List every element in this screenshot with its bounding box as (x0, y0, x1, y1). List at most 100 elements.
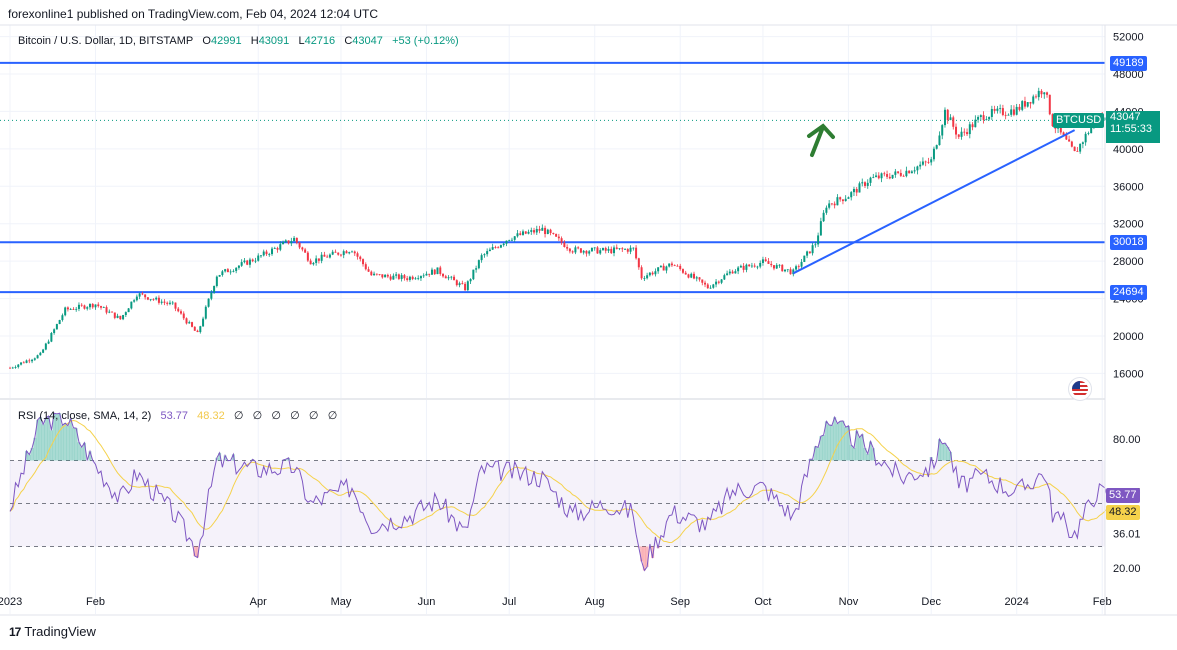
candle-body (808, 251, 811, 254)
symbol-legend[interactable]: Bitcoin / U.S. Dollar, 1D, BITSTAMP O429… (18, 35, 459, 47)
candle-body (20, 362, 23, 365)
candle-body (974, 119, 977, 128)
candle-body (670, 263, 673, 266)
candle (328, 253, 331, 259)
candle-body (39, 352, 42, 356)
candle-body (1035, 96, 1037, 98)
candle-body (362, 259, 365, 265)
candle (891, 174, 894, 179)
candle-body (582, 250, 585, 253)
candle (761, 256, 764, 266)
candle-body (560, 238, 563, 243)
rsi-legend[interactable]: RSI (14, close, SMA, 14, 2) 53.77 48.32 … (18, 409, 337, 422)
currency-flag-icon[interactable] (1068, 377, 1092, 401)
time-axis[interactable]: 2023 Feb Apr May Jun Jul Aug Sep Oct Nov Dec 2024 Fe… (0, 596, 1112, 608)
candle-body (668, 263, 671, 267)
candle-body (761, 259, 764, 263)
candle-body (199, 326, 202, 333)
candle-body (557, 236, 560, 239)
candle-body (323, 254, 326, 257)
price-tick-label: 20000 (1113, 331, 1144, 343)
chart-canvas[interactable]: 1600020000240002800032000360004000044000… (0, 0, 1177, 650)
candle (728, 269, 731, 276)
candle-body (215, 276, 218, 286)
candle (775, 263, 778, 270)
candle-body (174, 302, 177, 309)
candle (22, 361, 25, 364)
candle-body (461, 283, 464, 285)
rsi-legend-value: 53.77 (160, 410, 188, 422)
tradingview-footer[interactable]: 17 TradingView (9, 624, 96, 639)
candle-body (941, 125, 944, 136)
candle-body (351, 251, 353, 253)
candle (533, 227, 536, 235)
candle (111, 311, 114, 313)
candle (91, 303, 94, 309)
candle-body (1087, 133, 1090, 134)
candle (797, 264, 800, 270)
candle (822, 210, 825, 222)
candle-body (213, 285, 216, 293)
candle (124, 311, 127, 318)
symbol-tag: BTCUSD (1053, 113, 1105, 128)
candle-body (657, 267, 660, 272)
candle-body (516, 233, 519, 237)
candle-body (952, 117, 955, 127)
candle-body (720, 279, 723, 283)
candle (1037, 87, 1040, 101)
candle (830, 203, 833, 206)
candle (364, 262, 367, 271)
candle (770, 261, 773, 268)
candle (64, 306, 67, 317)
candle-body (497, 247, 500, 249)
candle-body (406, 278, 409, 280)
price-axis[interactable]: 1600020000240002800032000360004000044000… (1113, 32, 1144, 381)
candle-body (77, 304, 80, 309)
candle-body (886, 174, 889, 177)
candle (362, 258, 365, 267)
candle-body (425, 273, 428, 276)
candle (25, 359, 28, 364)
candle-body (414, 278, 417, 280)
candle-body (191, 322, 194, 327)
candle-body (47, 341, 50, 344)
candle-body (309, 260, 312, 265)
rsi-tick-label: 36.01 (1113, 529, 1141, 541)
level-tag-24694: 24694 (1110, 285, 1147, 300)
candle (237, 265, 240, 270)
candle (472, 269, 475, 281)
candle (240, 259, 243, 267)
candle (502, 242, 505, 247)
candle (389, 274, 392, 281)
candle-body (872, 176, 875, 178)
candle-body (544, 227, 547, 235)
candle-body (919, 164, 922, 167)
candle (337, 252, 340, 256)
candle-body (626, 249, 629, 252)
candle-body (144, 294, 147, 298)
candle (185, 317, 188, 325)
candle-body (284, 240, 287, 243)
candle (326, 254, 329, 258)
candle-body (712, 284, 715, 288)
candle (844, 195, 847, 202)
candle (670, 261, 673, 267)
candle-body (527, 231, 530, 234)
candle (803, 255, 806, 263)
candle-body (728, 271, 731, 274)
candle (75, 306, 78, 312)
candle (1087, 131, 1090, 136)
candle (1015, 103, 1018, 116)
level-lines[interactable] (0, 61, 1105, 294)
candle (17, 364, 20, 369)
candle (367, 266, 370, 272)
time-tick-label: Sep (670, 596, 690, 608)
candle (55, 323, 58, 330)
time-tick-label: Feb (1093, 596, 1112, 608)
candle-body (328, 254, 331, 258)
candle-body (108, 311, 111, 313)
candle-body (221, 271, 224, 276)
candle (875, 172, 878, 178)
candle-body (276, 248, 279, 250)
candle-body (770, 263, 773, 266)
